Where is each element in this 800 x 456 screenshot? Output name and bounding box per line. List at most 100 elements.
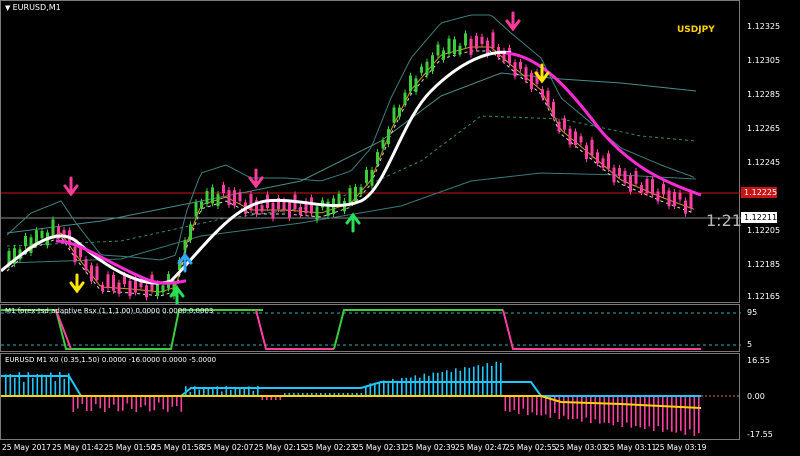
histogram-bar: [99, 396, 102, 409]
candle-body: [634, 171, 638, 184]
histogram-bar: [644, 396, 646, 430]
histogram-bar: [545, 396, 547, 415]
histogram-bar: [9, 374, 12, 396]
candle-body: [40, 231, 44, 239]
upper-band-line: [6, 14, 695, 261]
price-scale[interactable]: 1.12325 1.12305 1.12285 1.12265 1.12245 …: [741, 0, 800, 303]
candle-body: [623, 171, 627, 184]
candle-body: [530, 73, 533, 90]
price-tick: 1.12165: [747, 292, 781, 301]
candle-body: [387, 129, 390, 145]
histogram-bar: [441, 372, 444, 396]
time-label: 25 May 02:55: [505, 443, 557, 452]
histogram-bar: [419, 377, 421, 396]
sell-arrow-icon: [505, 11, 521, 32]
candle-body: [299, 206, 302, 215]
histogram-bar: [608, 396, 610, 424]
x0-histogram-panel[interactable]: EURUSD M1 X0 (0.35,1.50) 0.0000 -16.0000…: [0, 353, 741, 440]
candle-body: [205, 191, 209, 205]
histogram-bar: [585, 396, 588, 418]
histogram-bar: [657, 396, 660, 427]
histogram-bar: [212, 389, 214, 396]
time-label: 25 May 01:50: [104, 443, 156, 452]
candle-body: [409, 75, 412, 92]
white-trend-line: [1, 50, 512, 285]
histogram-bar: [653, 396, 655, 431]
candle-body: [128, 280, 132, 297]
candle-body: [513, 62, 517, 77]
price-tick: 1.12285: [747, 90, 781, 99]
candle-body: [612, 167, 616, 183]
candle-body: [436, 44, 440, 56]
buy-arrow-icon: [345, 212, 361, 233]
histogram-bar: [135, 396, 138, 412]
x0-scale: 16.55 0.00 -17.55: [741, 353, 800, 440]
candle-body: [651, 179, 654, 195]
time-label: 25 May 01:58: [152, 443, 204, 452]
candle-body: [392, 107, 396, 123]
candle-body: [79, 248, 82, 258]
candle-body: [673, 191, 676, 207]
candle-body: [563, 118, 566, 130]
histogram-bar: [522, 396, 525, 409]
candle-body: [84, 259, 88, 271]
rsx-pink-line: [255, 309, 334, 350]
x0-scale-tick: -17.55: [747, 430, 773, 439]
histogram-bar: [603, 396, 606, 423]
candle-body: [480, 36, 484, 45]
histogram-bar: [32, 377, 34, 396]
x0-indicator-label: EURUSD M1 X0 (0.35,1.50) 0.0000 -16.0000…: [5, 356, 217, 364]
candle-body: [315, 207, 319, 220]
candle-body: [310, 197, 313, 214]
histogram-bar: [518, 396, 520, 414]
candle-body: [629, 175, 632, 192]
histogram-bar: [554, 396, 556, 414]
candle-body: [145, 285, 148, 298]
candle-body: [381, 140, 385, 149]
candle-body: [596, 152, 599, 164]
histogram-bar: [149, 396, 151, 412]
price-chart-panel[interactable]: ▼ EURUSD,M1 USDJPY 1:21: [0, 0, 742, 304]
histogram-bar: [180, 396, 183, 412]
candle-body: [519, 61, 522, 69]
time-label: 25 May 01:42: [52, 443, 104, 452]
candle-body: [640, 184, 643, 193]
time-label: 25 May 02:15: [254, 443, 306, 452]
histogram-bar: [77, 396, 79, 409]
candle-body: [117, 282, 121, 294]
time-label: 25 May 02:47: [455, 443, 507, 452]
x0-scale-tick: 16.55: [747, 356, 770, 365]
candle-body: [568, 128, 572, 145]
candle-body: [29, 237, 33, 254]
histogram-bar: [414, 375, 417, 396]
candle-body: [552, 101, 555, 117]
histogram-bar: [576, 396, 579, 419]
histogram-bar: [126, 396, 129, 404]
histogram-bar: [243, 388, 246, 396]
histogram-bar: [662, 396, 664, 432]
histogram-bar: [86, 396, 88, 411]
histogram-bar: [675, 396, 678, 433]
candle-body: [95, 266, 99, 280]
time-label: 25 May 02:07: [202, 443, 254, 452]
candle-body: [574, 131, 577, 145]
histogram-bar: [14, 377, 16, 396]
histogram-bar: [176, 396, 178, 407]
histogram-bar: [567, 396, 570, 420]
chart-symbol-title: EURUSD,M1: [12, 3, 61, 12]
histogram-bar: [387, 383, 390, 396]
histogram-bar: [671, 396, 673, 432]
histogram-bar: [536, 396, 538, 416]
candle-body: [618, 167, 621, 176]
rsx-indicator-panel[interactable]: M1 forex-tsd adaptive Rsx (1,1,1.00) 0.0…: [0, 304, 741, 352]
candle-body: [508, 47, 511, 64]
histogram-bar: [113, 396, 115, 405]
histogram-bar: [153, 396, 156, 411]
dropdown-triangle-icon[interactable]: ▼: [5, 4, 13, 12]
histogram-bar: [117, 396, 120, 412]
sell-arrow-icon: [248, 168, 264, 189]
histogram-bar: [680, 396, 682, 431]
candle-body: [337, 193, 341, 204]
price-tick: 1.12205: [747, 226, 781, 235]
histogram-bar: [572, 396, 574, 420]
